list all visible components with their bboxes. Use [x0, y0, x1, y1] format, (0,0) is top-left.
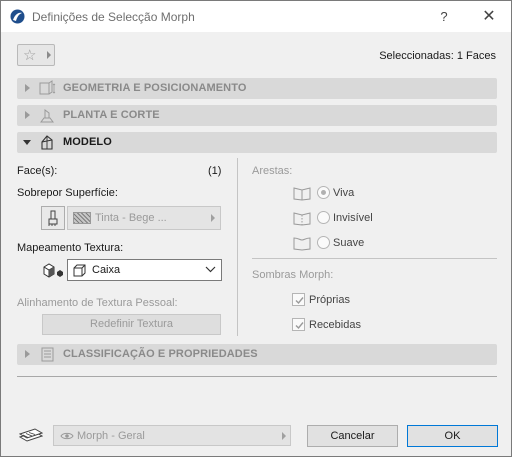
morph-shadows-label: Sombras Morph:	[252, 269, 334, 281]
document-list-icon	[41, 347, 54, 362]
edge-hidden-radio[interactable]	[317, 211, 330, 224]
surface-material-dropdown[interactable]: Tinta - Bege ...	[67, 206, 221, 230]
model-icon	[41, 135, 53, 150]
section-classification-label: CLASSIFICAÇÃO E PROPRIEDADES	[63, 348, 258, 360]
title-bar: Definições de Selecção Morph ? ✕	[1, 1, 511, 32]
ok-button[interactable]: OK	[407, 425, 498, 447]
sharp-edge-icon	[293, 187, 311, 201]
box-icon	[73, 264, 86, 277]
chevron-right-icon	[282, 432, 286, 440]
section-model[interactable]: MODELO	[17, 132, 497, 153]
column-divider	[237, 158, 238, 336]
texture-align-label: Alinhamento de Textura Pessoal:	[17, 297, 178, 309]
footer-separator	[17, 376, 497, 377]
texture-mapping-value: Caixa	[92, 264, 121, 276]
geometry-icon	[39, 80, 56, 95]
help-button[interactable]: ?	[434, 7, 454, 27]
star-icon: ☆	[23, 47, 37, 64]
section-plan-and-section[interactable]: PLANTA E CORTE	[17, 105, 497, 126]
layer-dropdown[interactable]: Morph - Geral	[53, 425, 291, 446]
edge-smooth-label: Suave	[333, 237, 365, 249]
hidden-edge-icon	[293, 212, 311, 226]
right-column-divider	[252, 258, 497, 259]
smooth-edge-icon	[293, 237, 311, 251]
faces-count: (1)	[208, 165, 222, 177]
section-plan-label: PLANTA E CORTE	[63, 109, 160, 121]
eye-icon	[60, 432, 74, 440]
texture-mapping-label: Mapeamento Textura:	[17, 242, 124, 254]
collapse-arrow-icon	[23, 140, 31, 145]
expand-arrow-icon	[25, 111, 30, 119]
shadow-cast-label: Próprias	[309, 294, 350, 306]
faces-label: Face(s):	[17, 165, 58, 177]
checkmark-icon	[295, 322, 304, 330]
section-geometry-label: GEOMETRIA E POSICIONAMENTO	[63, 82, 247, 94]
edge-hidden-label: Invisível	[333, 212, 373, 224]
close-button[interactable]: ✕	[479, 7, 499, 27]
section-geometry[interactable]: GEOMETRIA E POSICIONAMENTO	[17, 78, 497, 99]
chevron-right-icon	[47, 51, 51, 59]
expand-arrow-icon	[25, 84, 30, 92]
texture-mapping-select[interactable]: Caixa	[67, 259, 222, 281]
expand-arrow-icon	[25, 350, 30, 358]
plan-section-icon	[40, 109, 54, 123]
surface-material-value: Tinta - Bege ...	[95, 212, 167, 224]
override-surface-toggle[interactable]	[41, 206, 65, 230]
edge-smooth-radio[interactable]	[317, 236, 330, 249]
redefine-texture-button[interactable]: Redefinir Textura	[42, 314, 221, 335]
shadow-cast-checkbox[interactable]	[292, 293, 305, 306]
settings-dialog: Definições de Selecção Morph ? ✕ ☆ Selec…	[0, 0, 512, 457]
texture-mapping-icon	[43, 263, 63, 278]
override-surface-label: Sobrepor Superfície:	[17, 187, 118, 199]
edges-label: Arestas:	[252, 165, 293, 177]
shadow-receive-checkbox[interactable]	[292, 318, 305, 331]
selection-count: Seleccionadas: 1 Faces	[379, 50, 496, 62]
layer-value: Morph - Geral	[77, 430, 145, 442]
section-model-label: MODELO	[63, 136, 112, 148]
chevron-right-icon	[211, 214, 215, 222]
shadow-receive-label: Recebidas	[309, 319, 361, 331]
chevron-down-icon	[205, 266, 216, 273]
window-title: Definições de Selecção Morph	[32, 10, 195, 24]
edge-sharp-label: Viva	[333, 187, 355, 199]
material-swatch	[73, 212, 91, 224]
paint-brush-icon	[48, 210, 58, 226]
cancel-button[interactable]: Cancelar	[307, 425, 398, 447]
checkmark-icon	[295, 297, 304, 305]
favorites-button[interactable]: ☆	[17, 44, 55, 66]
archicad-app-icon	[10, 9, 25, 24]
edge-sharp-radio[interactable]	[317, 186, 330, 199]
section-classification[interactable]: CLASSIFICAÇÃO E PROPRIEDADES	[17, 344, 497, 365]
layers-icon	[19, 428, 43, 442]
